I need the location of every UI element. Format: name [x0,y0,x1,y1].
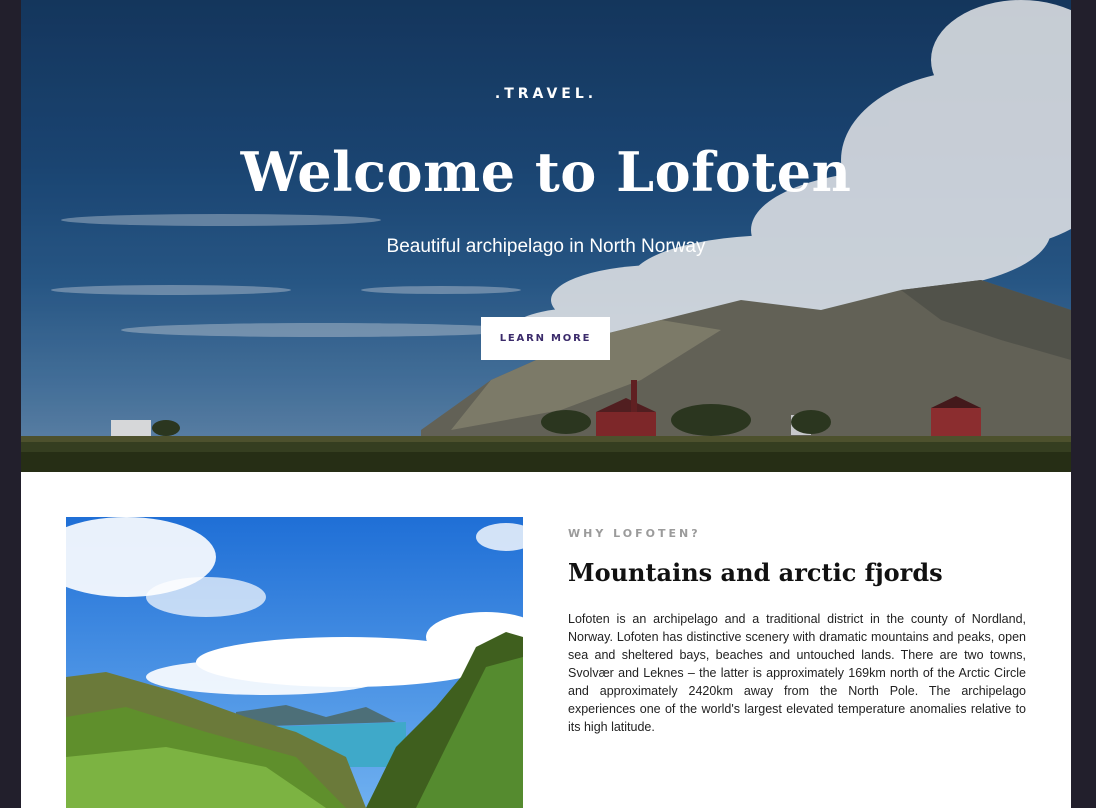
learn-more-button[interactable]: LEARN MORE [481,317,610,360]
section-eyebrow: WHY LOFOTEN? [568,527,701,540]
hero-subtitle: Beautiful archipelago in North Norway [386,236,706,257]
section-title: Mountains and arctic fjords [568,558,943,587]
page: .TRAVEL. Welcome to Lofoten Beautiful ar… [21,0,1071,808]
hero-title: Welcome to Lofoten [240,140,852,204]
section-body: Lofoten is an archipelago and a traditio… [568,612,1026,734]
hero-section: .TRAVEL. Welcome to Lofoten Beautiful ar… [21,0,1071,472]
fjord-photo [66,517,523,808]
hero-eyebrow: .TRAVEL. [494,86,598,102]
